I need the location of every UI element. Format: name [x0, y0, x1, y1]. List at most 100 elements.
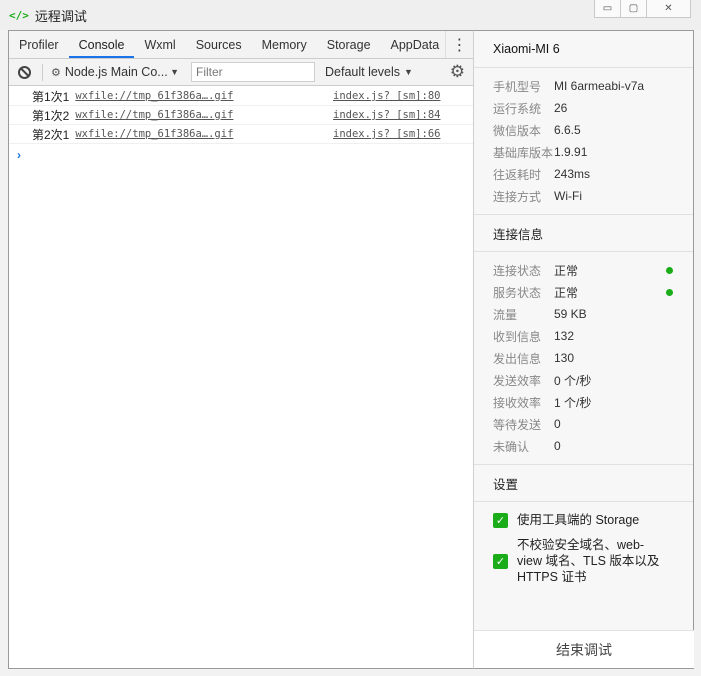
code-icon: </>	[9, 8, 29, 22]
tab-wxml[interactable]: Wxml	[134, 31, 185, 58]
info-value: Wi-Fi	[554, 189, 582, 203]
tab-sources[interactable]: Sources	[186, 31, 252, 58]
tab-profiler[interactable]: Profiler	[9, 31, 69, 58]
info-key: 连接状态	[493, 263, 542, 278]
info-row: 收到信息 132	[474, 325, 693, 347]
info-row: 微信版本 6.6.5	[474, 119, 693, 141]
info-row: 基础库版本 1.9.91	[474, 141, 693, 163]
info-key: 收到信息	[493, 329, 542, 344]
info-row: 运行系统 26	[474, 97, 693, 119]
info-value: 243ms	[554, 167, 591, 181]
log-message: 第1次2	[32, 108, 70, 123]
node-context-icon: ⚙	[51, 66, 61, 79]
info-value: 正常	[554, 263, 579, 278]
connection-info-list: 连接状态 正常 服务状态 正常 流量 59 KB 收到信息 132 发出信息 130 发送…	[474, 252, 693, 465]
info-value: 132	[554, 329, 575, 343]
close-button[interactable]: ✕	[646, 0, 691, 18]
tab-console[interactable]: Console	[68, 31, 135, 58]
devtools-tabbar: Profiler Console Wxml Sources Memory Sto…	[9, 31, 473, 59]
info-key: 未确认	[493, 439, 530, 454]
chevron-down-icon: ▼	[404, 67, 413, 77]
info-key: 接收效率	[493, 395, 542, 410]
connection-section-title: 连接信息	[474, 215, 693, 252]
toolbar-divider	[42, 63, 43, 81]
info-key: 服务状态	[493, 285, 542, 300]
status-ok-dot	[666, 288, 673, 296]
info-value: 0	[554, 439, 561, 453]
info-value: MI 6armeabi-v7a	[554, 79, 645, 93]
log-row: 第2次1 wxfile://tmp_61f386a….gif index.js?…	[9, 125, 473, 144]
info-value: 1 个/秒	[554, 395, 592, 410]
checkbox-checked-icon[interactable]: ✓	[493, 513, 508, 528]
setting-label: 不校验安全域名、web-view 域名、TLS 版本以及 HTTPS 证书	[517, 538, 660, 584]
info-value: 26	[554, 101, 568, 115]
info-row: 接收效率 1 个/秒	[474, 391, 693, 413]
minimize-button[interactable]: ▭	[594, 0, 621, 18]
info-key: 流量	[493, 307, 518, 322]
log-source-link[interactable]: index.js? [sm]:84	[333, 109, 440, 121]
info-key: 发送效率	[493, 373, 542, 388]
console-toolbar: ⚙ Node.js Main Co... ▼ Default levels ▼ …	[9, 59, 473, 86]
info-row: 往返耗时 243ms	[474, 163, 693, 185]
window-controls: ▭ ▢ ✕	[594, 0, 691, 18]
info-key: 基础库版本	[493, 145, 554, 160]
checkbox-checked-icon[interactable]: ✓	[493, 554, 508, 569]
log-file-link[interactable]: wxfile://tmp_61f386a….gif	[75, 128, 233, 140]
setting-storage[interactable]: ✓ 使用工具端的 Storage	[474, 512, 693, 528]
info-row: 连接方式 Wi-Fi	[474, 185, 693, 207]
window-title: 远程调试	[34, 8, 87, 24]
info-value: 1.9.91	[554, 145, 588, 159]
log-file-link[interactable]: wxfile://tmp_61f386a….gif	[75, 109, 233, 121]
devtools-panel: Profiler Console Wxml Sources Memory Sto…	[8, 30, 474, 669]
chevron-down-icon: ▼	[170, 67, 179, 77]
settings-list: ✓ 使用工具端的 Storage ✓ 不校验安全域名、web-view 域名、T…	[474, 502, 693, 585]
settings-section-title: 设置	[474, 465, 693, 502]
info-key: 往返耗时	[493, 167, 542, 182]
info-key: 连接方式	[493, 189, 542, 204]
log-file-link[interactable]: wxfile://tmp_61f386a….gif	[75, 90, 233, 102]
info-value: 6.6.5	[554, 123, 581, 137]
tab-appdata[interactable]: AppData	[381, 31, 450, 58]
settings-gear-icon[interactable]: ⚙	[450, 63, 465, 80]
log-levels-dropdown[interactable]: Default levels ▼	[325, 65, 413, 79]
device-info-list: 手机型号 MI 6armeabi-v7a 运行系统 26 微信版本 6.6.5 基础库…	[474, 68, 693, 215]
context-label: Node.js Main Co...	[64, 65, 168, 79]
device-name: Xiaomi-MI 6	[474, 31, 693, 68]
maximize-button[interactable]: ▢	[620, 0, 647, 18]
console-output: 第1次1 wxfile://tmp_61f386a….gif index.js?…	[9, 86, 473, 162]
info-key: 运行系统	[493, 101, 542, 116]
clear-console-icon[interactable]	[18, 65, 31, 79]
setting-skip-domain-check[interactable]: ✓ 不校验安全域名、web-view 域名、TLS 版本以及 HTTPS 证书	[474, 537, 693, 585]
info-row: 连接状态 正常	[474, 259, 693, 281]
log-row: 第1次1 wxfile://tmp_61f386a….gif index.js?…	[9, 87, 473, 106]
context-selector[interactable]: ⚙ Node.js Main Co... ▼	[51, 65, 191, 79]
console-prompt[interactable]: ›	[17, 148, 473, 162]
info-key: 发出信息	[493, 351, 542, 366]
info-key: 手机型号	[493, 79, 542, 94]
setting-label: 使用工具端的 Storage	[517, 513, 640, 527]
info-value: 0	[554, 417, 561, 431]
log-row: 第1次2 wxfile://tmp_61f386a….gif index.js?…	[9, 106, 473, 125]
info-row: 发出信息 130	[474, 347, 693, 369]
info-row: 手机型号 MI 6armeabi-v7a	[474, 75, 693, 97]
log-source-link[interactable]: index.js? [sm]:66	[333, 128, 440, 140]
info-value: 59 KB	[554, 307, 587, 321]
info-value: 0 个/秒	[554, 373, 592, 388]
info-row: 流量 59 KB	[474, 303, 693, 325]
log-source-link[interactable]: index.js? [sm]:80	[333, 90, 440, 102]
info-value: 130	[554, 351, 575, 365]
info-key: 微信版本	[493, 123, 542, 138]
info-key: 等待发送	[493, 417, 542, 432]
filter-input[interactable]	[191, 62, 315, 82]
log-message: 第2次1	[32, 127, 70, 142]
info-row: 未确认 0	[474, 435, 693, 457]
info-value: 正常	[554, 285, 579, 300]
status-ok-dot	[666, 266, 673, 274]
tab-memory[interactable]: Memory	[252, 31, 317, 58]
more-tabs-icon[interactable]: ⋮	[445, 31, 473, 58]
tab-storage[interactable]: Storage	[317, 31, 381, 58]
info-row: 发送效率 0 个/秒	[474, 369, 693, 391]
info-row: 等待发送 0	[474, 413, 693, 435]
log-message: 第1次1	[32, 89, 70, 104]
end-debug-button[interactable]: 结束调试	[474, 630, 694, 668]
